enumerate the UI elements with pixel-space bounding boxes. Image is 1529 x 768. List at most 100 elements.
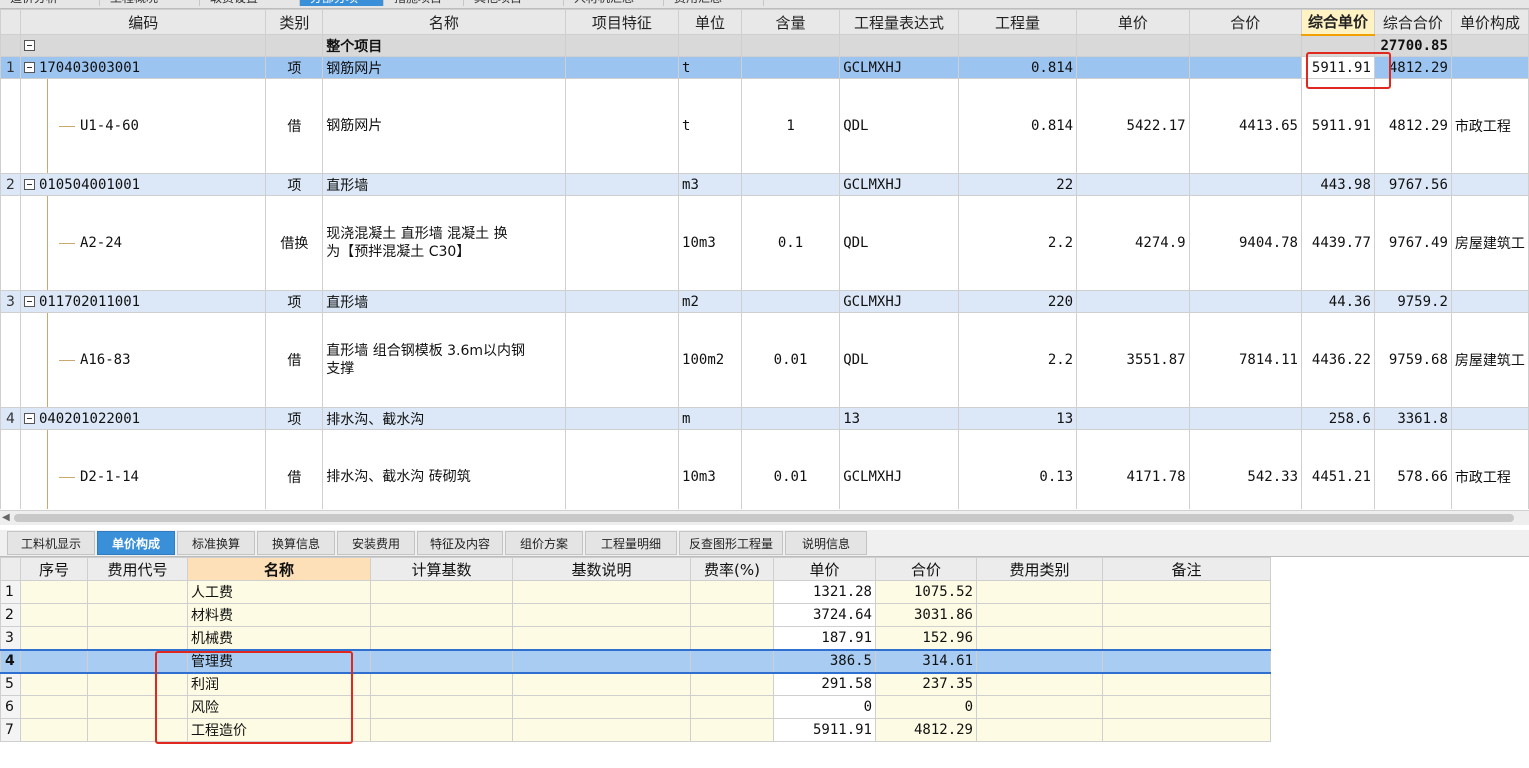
scroll-left-icon[interactable]: ◀ xyxy=(2,512,10,523)
top-tab[interactable]: 措施项目 xyxy=(384,0,464,6)
grid-header-cell[interactable]: 含量 xyxy=(740,9,841,35)
detail-tab[interactable]: 标准换算 xyxy=(177,531,255,555)
sub-feature-cell[interactable] xyxy=(564,429,680,509)
rate-cell[interactable] xyxy=(690,718,774,742)
item-code-cell[interactable]: 170403003001 xyxy=(19,56,267,79)
remark-cell[interactable] xyxy=(1102,718,1271,742)
remark-cell[interactable] xyxy=(1102,626,1271,650)
sub-code-cell[interactable]: A16-83 xyxy=(19,312,267,408)
top-tab[interactable]: 工程概况 xyxy=(100,0,200,6)
grid-header-cell[interactable]: 综合合价 xyxy=(1373,9,1452,35)
sub-name-cell[interactable]: 直形墙 组合钢模板 3.6m以内钢 支撑 xyxy=(322,312,566,408)
top-tab[interactable]: 分部分项 xyxy=(300,0,384,6)
sub-item-row[interactable]: A16-83 借直形墙 组合钢模板 3.6m以内钢 支撑 100m2 0.01 QDL 2.… xyxy=(0,312,1529,408)
grid-header-cell[interactable]: 名称 xyxy=(322,9,566,35)
item-row[interactable]: 1 170403003001 项钢筋网片 t GCLMXHJ 0.814 5911.91 48… xyxy=(0,56,1529,79)
sub-code-cell[interactable]: A2-24 xyxy=(19,195,267,291)
collapse-toggle-icon[interactable] xyxy=(23,179,35,190)
item-qty-cell[interactable]: 22 xyxy=(957,173,1078,196)
top-tab[interactable]: 人材机汇总 xyxy=(564,0,664,6)
fee-name-cell[interactable]: 材料费 xyxy=(187,603,371,627)
remark-cell[interactable] xyxy=(1102,603,1271,627)
composition-row[interactable]: 2 材料费 3724.64 3031.86 xyxy=(0,603,1271,627)
top-tab[interactable]: 其他项目 xyxy=(464,0,564,6)
calc-base-cell[interactable] xyxy=(370,672,513,696)
item-feature-cell[interactable] xyxy=(564,173,680,196)
sub-expr-cell[interactable]: QDL xyxy=(839,78,959,174)
seq-cell[interactable] xyxy=(20,626,88,650)
grid-header-cell[interactable]: 合价 xyxy=(1188,9,1303,35)
fee-name-cell[interactable]: 人工费 xyxy=(187,580,371,604)
calc-base-cell[interactable] xyxy=(370,648,513,674)
composition-header-cell[interactable]: 基数说明 xyxy=(512,557,691,581)
fee-category-cell[interactable] xyxy=(976,718,1103,742)
remark-cell[interactable] xyxy=(1102,695,1271,719)
item-name-cell[interactable]: 钢筋网片 xyxy=(322,56,566,79)
calc-base-cell[interactable] xyxy=(370,695,513,719)
fee-name-cell[interactable]: 机械费 xyxy=(187,626,371,650)
base-desc-cell[interactable] xyxy=(512,580,691,604)
composition-header-cell[interactable]: 合价 xyxy=(875,557,977,581)
calc-base-cell[interactable] xyxy=(370,603,513,627)
calc-base-cell[interactable] xyxy=(370,718,513,742)
item-unit-price-cell[interactable]: 44.36 xyxy=(1301,290,1375,313)
top-tab[interactable]: 费用汇总 xyxy=(664,0,764,6)
composition-row[interactable]: 3 机械费 187.91 152.96 xyxy=(0,626,1271,650)
item-feature-cell[interactable] xyxy=(564,56,680,79)
detail-tab[interactable]: 换算信息 xyxy=(257,531,335,555)
grid-header-cell[interactable]: 项目特征 xyxy=(564,9,680,35)
group-row-whole-project[interactable]: 整个项目 27700.85 xyxy=(0,34,1529,57)
base-desc-cell[interactable] xyxy=(512,648,691,674)
sub-item-row[interactable]: D2-1-14 借排水沟、截水沟 砖砌筑 10m3 0.01 GCLMXHJ 0.13 41… xyxy=(0,429,1529,509)
remark-cell[interactable] xyxy=(1102,648,1271,674)
composition-header-cell[interactable]: 费率(%) xyxy=(690,557,774,581)
grid-header-cell[interactable]: 类别 xyxy=(265,9,324,35)
item-unit-price-cell[interactable]: 443.98 xyxy=(1301,173,1375,196)
fee-category-cell[interactable] xyxy=(976,672,1103,696)
sub-content-cell[interactable]: 0.1 xyxy=(740,195,841,291)
grid-header-cell[interactable]: 工程量 xyxy=(957,9,1078,35)
grid-header-cell[interactable]: 工程量表达式 xyxy=(839,9,959,35)
rate-cell[interactable] xyxy=(690,626,774,650)
top-tab[interactable]: 造价分析 xyxy=(0,0,100,6)
collapse-toggle-icon[interactable] xyxy=(23,62,35,73)
group-code-cell[interactable] xyxy=(19,34,267,57)
grid-header-cell[interactable]: 单价构成 xyxy=(1450,9,1529,35)
sub-expr-cell[interactable]: QDL xyxy=(839,312,959,408)
rate-cell[interactable] xyxy=(690,672,774,696)
collapse-toggle-icon[interactable] xyxy=(23,40,35,51)
sub-code-cell[interactable]: U1-4-60 xyxy=(19,78,267,174)
detail-tab[interactable]: 工程量明细 xyxy=(585,531,677,555)
grid-header-cell[interactable]: 综合单价 xyxy=(1301,9,1375,36)
rate-cell[interactable] xyxy=(690,648,774,674)
seq-cell[interactable] xyxy=(20,580,88,604)
sub-feature-cell[interactable] xyxy=(564,195,680,291)
item-expr-cell[interactable]: 13 xyxy=(839,407,959,430)
composition-row[interactable]: 1 人工费 1321.28 1075.52 xyxy=(0,580,1271,604)
composition-header-cell[interactable]: 备注 xyxy=(1102,557,1271,581)
detail-tab[interactable]: 安装费用 xyxy=(337,531,415,555)
item-name-cell[interactable]: 排水沟、截水沟 xyxy=(322,407,566,430)
seq-cell[interactable] xyxy=(20,603,88,627)
sub-content-cell[interactable]: 0.01 xyxy=(740,312,841,408)
rate-cell[interactable] xyxy=(690,580,774,604)
fee-category-cell[interactable] xyxy=(976,603,1103,627)
grid-header-cell[interactable]: 编码 xyxy=(19,9,267,35)
item-feature-cell[interactable] xyxy=(564,290,680,313)
base-desc-cell[interactable] xyxy=(512,695,691,719)
item-name-cell[interactable]: 直形墙 xyxy=(322,173,566,196)
seq-cell[interactable] xyxy=(20,695,88,719)
item-name-cell[interactable]: 直形墙 xyxy=(322,290,566,313)
composition-header-cell[interactable]: 单价 xyxy=(773,557,876,581)
fee-category-cell[interactable] xyxy=(976,695,1103,719)
fee-code-cell[interactable] xyxy=(87,580,188,604)
calc-base-cell[interactable] xyxy=(370,580,513,604)
sub-code-cell[interactable]: D2-1-14 xyxy=(19,429,267,509)
composition-header-cell[interactable]: 费用代号 xyxy=(87,557,188,581)
detail-tab[interactable]: 组价方案 xyxy=(505,531,583,555)
item-qty-cell[interactable]: 0.814 xyxy=(957,56,1078,79)
item-expr-cell[interactable]: GCLMXHJ xyxy=(839,173,959,196)
seq-cell[interactable] xyxy=(20,672,88,696)
seq-cell[interactable] xyxy=(20,648,88,674)
item-expr-cell[interactable]: GCLMXHJ xyxy=(839,56,959,79)
